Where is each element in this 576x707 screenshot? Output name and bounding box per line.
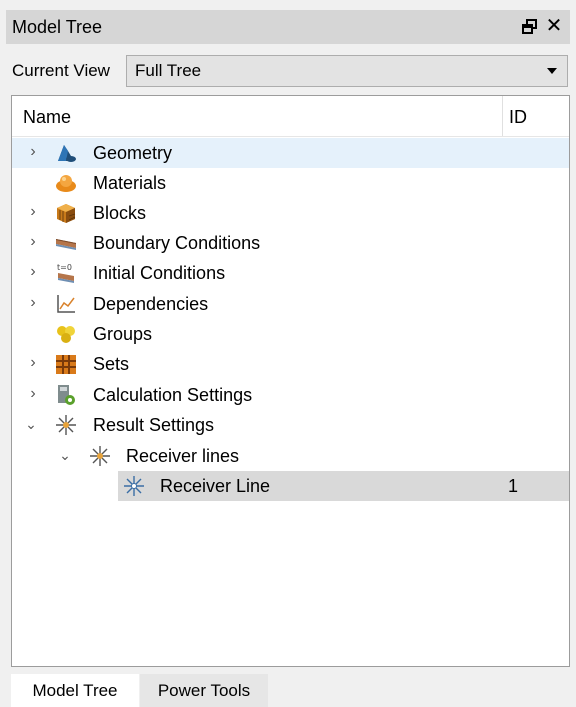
tree-row-label: Initial Conditions: [93, 263, 226, 283]
tab-power-tools[interactable]: Power Tools: [140, 674, 268, 707]
materials-icon: [54, 171, 78, 195]
chevron-right-icon[interactable]: ›: [26, 262, 40, 282]
tree-row-id: 1: [508, 476, 519, 496]
close-panel-icon[interactable]: ✕: [544, 14, 564, 38]
tree-row-label: Sets: [93, 354, 130, 374]
tree-row-label: Result Settings: [93, 415, 215, 435]
tab-label: Model Tree: [32, 680, 118, 700]
chevron-right-icon[interactable]: ›: [26, 202, 40, 222]
chevron-right-icon[interactable]: ›: [26, 142, 40, 162]
tree-row-label: Groups: [93, 324, 153, 344]
tree-row-label: Geometry: [93, 143, 173, 163]
chevron-down-icon[interactable]: ⌄: [24, 414, 38, 434]
geometry-icon: [54, 141, 78, 165]
tab-model-tree[interactable]: Model Tree: [11, 674, 139, 707]
chevron-down-icon[interactable]: ⌄: [58, 445, 72, 465]
chevron-right-icon[interactable]: ›: [26, 293, 40, 313]
tree-row-label: Calculation Settings: [93, 385, 253, 405]
tree-header: Name ID: [12, 96, 569, 137]
calculation-settings-icon: [54, 383, 78, 407]
result-settings-icon: [54, 413, 78, 437]
tree-row-receiver-lines[interactable]: ⌄ Receiver lines: [12, 441, 569, 471]
groups-icon: [54, 322, 78, 346]
tree-row-boundary-conditions[interactable]: › Boundary Conditions: [12, 228, 569, 258]
dependencies-icon: [54, 292, 78, 316]
boundary-conditions-icon: [54, 231, 78, 255]
model-tree-panel: Model Tree ✕ Current View Full Tree Name…: [0, 0, 576, 707]
tree-row-materials[interactable]: Materials: [12, 168, 569, 198]
tree-row-label: Receiver Line: [160, 476, 271, 496]
tree-row-result-settings[interactable]: ⌄ Result Settings: [12, 410, 569, 440]
tree-row-initial-conditions[interactable]: › t=0 Initial Conditions: [12, 258, 569, 288]
tree-row-blocks[interactable]: › Blocks: [12, 198, 569, 228]
svg-text:t=0: t=0: [57, 263, 72, 272]
sets-icon: [54, 352, 78, 376]
chevron-right-icon[interactable]: ›: [26, 384, 40, 404]
tree-row-label: Dependencies: [93, 294, 209, 314]
tree-row-label: Receiver lines: [126, 446, 240, 466]
panel-title: Model Tree: [12, 16, 103, 37]
tree-row-groups[interactable]: Groups: [12, 319, 569, 349]
tree-row-label: Materials: [93, 173, 167, 193]
current-view-row: Current View Full Tree: [6, 55, 570, 87]
current-view-label: Current View: [12, 61, 110, 80]
current-view-value: Full Tree: [135, 61, 202, 80]
blocks-icon: [54, 201, 78, 225]
chevron-right-icon[interactable]: ›: [26, 353, 40, 373]
current-view-select[interactable]: Full Tree: [126, 55, 568, 87]
model-tree-view[interactable]: Name ID › Geometry Materials › Blocks › …: [11, 95, 570, 667]
panel-title-bar: Model Tree ✕: [6, 10, 570, 44]
tree-row-receiver-line[interactable]: Receiver Line 1: [12, 471, 569, 501]
tree-row-calculation-settings[interactable]: › Calculation Settings: [12, 380, 569, 410]
receiver-lines-icon: [88, 444, 112, 468]
receiver-line-icon: [122, 474, 146, 498]
column-separator[interactable]: [502, 96, 503, 136]
initial-conditions-icon: t=0: [54, 261, 78, 285]
tree-row-label: Blocks: [93, 203, 147, 223]
tree-row-sets[interactable]: › Sets: [12, 349, 569, 379]
tab-label: Power Tools: [157, 680, 251, 700]
tree-row-label: Boundary Conditions: [93, 233, 261, 253]
tree-row-geometry[interactable]: › Geometry: [12, 138, 569, 168]
panel-tab-bar: Model Tree Power Tools: [0, 670, 576, 707]
column-header-id[interactable]: ID: [509, 107, 527, 128]
tree-row-dependencies[interactable]: › Dependencies: [12, 289, 569, 319]
chevron-right-icon[interactable]: ›: [26, 232, 40, 252]
dropdown-arrow-icon: [547, 68, 557, 74]
column-header-name[interactable]: Name: [23, 107, 71, 128]
float-panel-icon[interactable]: [520, 17, 540, 37]
